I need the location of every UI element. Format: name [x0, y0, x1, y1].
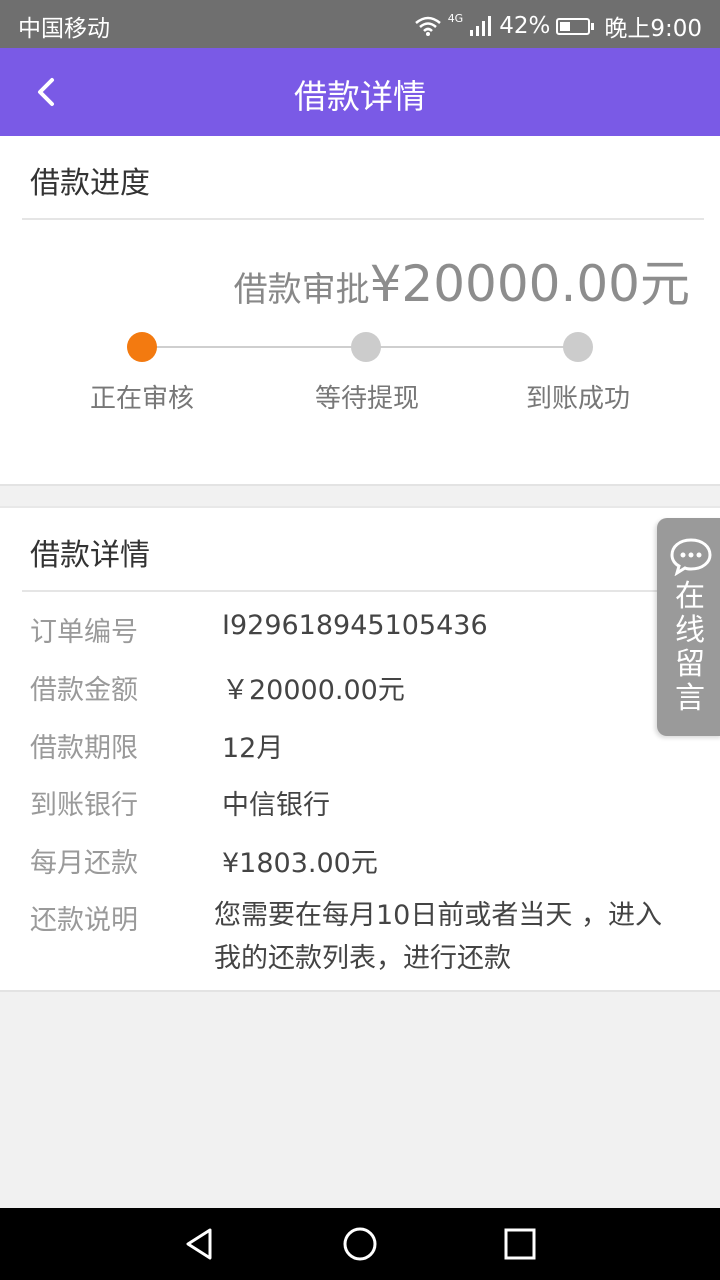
- approval-amount-line: 借款审批¥20000.00元: [234, 244, 690, 316]
- step-label-reviewing: 正在审核: [89, 384, 194, 414]
- divider: [22, 218, 704, 220]
- signal-icon: [470, 16, 492, 36]
- row-label-loan-term: 借款期限: [30, 733, 138, 764]
- app-header: 借款详情: [0, 48, 720, 136]
- battery-icon: [556, 17, 595, 35]
- row-value-loan-amount: ￥20000.00元: [222, 675, 405, 706]
- system-nav-bar: [0, 1208, 720, 1280]
- details-section-title: 借款详情: [30, 538, 150, 573]
- row-label-bank: 到账银行: [30, 790, 138, 821]
- step-dot-arrived: [563, 332, 593, 362]
- progress-section-title: 借款进度: [30, 166, 150, 201]
- wifi-icon: [414, 16, 441, 36]
- loan-details-card: 借款详情 订单编号 I929618945105436 借款金额 ￥20000.0…: [0, 508, 720, 990]
- step-dot-waiting-withdraw: [351, 332, 381, 362]
- row-label-monthly-repayment: 每月还款: [30, 848, 138, 879]
- back-triangle-icon[interactable]: [180, 1224, 220, 1264]
- carrier-name: 中国移动: [18, 16, 110, 42]
- section-separator: [0, 484, 720, 486]
- online-message-tab[interactable]: 在线留言: [657, 518, 720, 736]
- step-dot-reviewing: [127, 332, 157, 362]
- row-label-loan-amount: 借款金额: [30, 675, 138, 706]
- step-label-waiting-withdraw: 等待提现: [314, 384, 419, 414]
- divider: [22, 590, 704, 592]
- chat-bubble-icon: [670, 538, 712, 576]
- row-value-order-no: I929618945105436: [222, 610, 488, 641]
- loan-progress-card: 借款进度 借款审批¥20000.00元 正在审核 等待提现 到账成功: [0, 136, 720, 484]
- row-label-repayment-note: 还款说明: [30, 905, 138, 936]
- network-type: 4G: [447, 11, 464, 25]
- page-title: 借款详情: [294, 77, 426, 116]
- approval-label: 借款审批: [233, 270, 370, 310]
- home-circle-icon[interactable]: [340, 1224, 380, 1264]
- recents-square-icon[interactable]: [500, 1224, 540, 1264]
- row-label-order-no: 订单编号: [30, 617, 138, 648]
- section-separator: [0, 990, 720, 992]
- status-right: 4G 42% 晚上9:00: [414, 9, 702, 43]
- row-value-bank: 中信银行: [222, 790, 330, 821]
- status-bar: 中国移动 4G 42% 晚上9:00: [0, 0, 720, 48]
- row-value-repayment-note: 您需要在每月10日前或者当天 ，进入我的还款列表，进行还款: [214, 900, 662, 974]
- row-value-loan-term: 12月: [222, 733, 284, 764]
- online-message-label: 在线留言: [675, 579, 705, 716]
- battery-percent: 42%: [499, 13, 551, 39]
- row-value-monthly-repayment: ¥1803.00元: [222, 848, 378, 879]
- step-label-arrived: 到账成功: [525, 384, 630, 414]
- clock: 晚上9:00: [604, 16, 702, 42]
- approval-amount: ¥20000.00元: [369, 255, 690, 313]
